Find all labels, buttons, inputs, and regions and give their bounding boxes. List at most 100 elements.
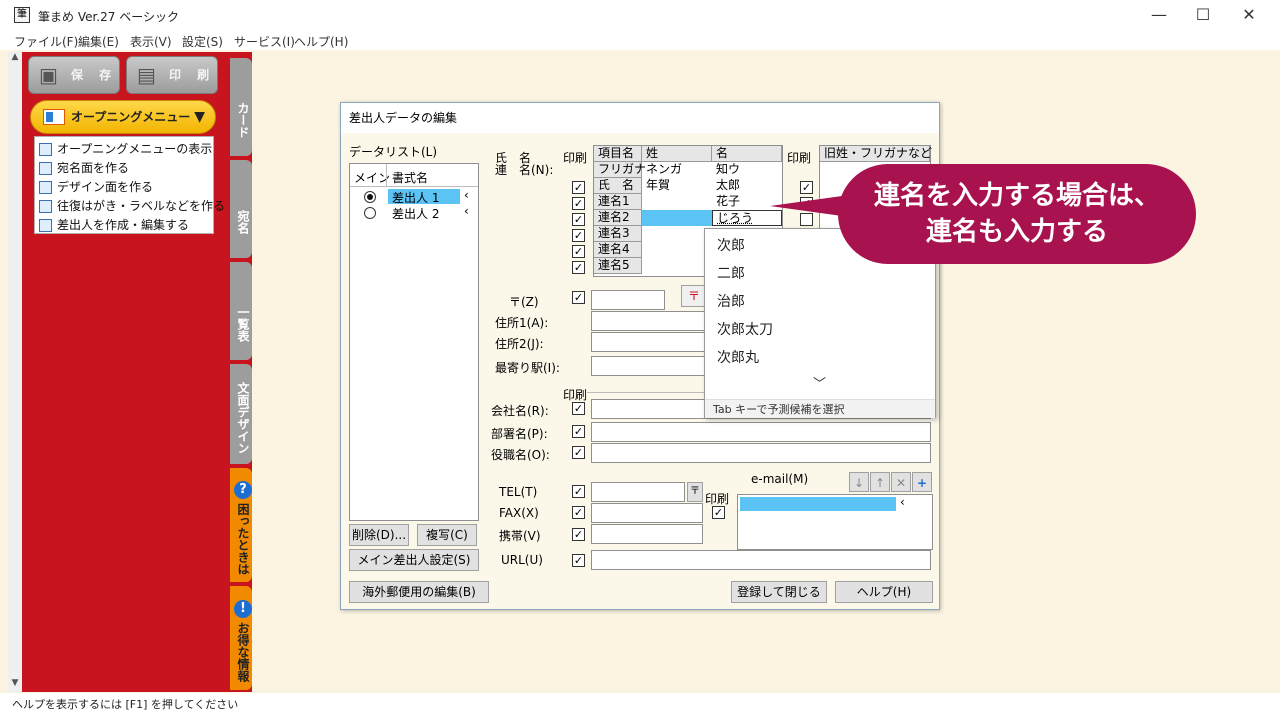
department-label: 部署名(P): [491, 427, 548, 441]
print-checkbox-fax[interactable]: ✓ [572, 506, 585, 519]
chevron-left-icon[interactable]: ‹ [464, 204, 469, 218]
delete-button[interactable]: 削除(D)... [349, 524, 409, 546]
menu-item-design-side[interactable]: デザイン面を作る [35, 178, 213, 197]
url-input[interactable] [591, 550, 931, 570]
list-item[interactable]: 差出人 1 [392, 189, 439, 206]
menu-service[interactable]: サービス(I) [234, 33, 295, 50]
print-header-left: 印刷 [563, 151, 588, 165]
maximize-button[interactable]: ☐ [1180, 4, 1226, 26]
tab-list[interactable]: 一覧表 [230, 262, 252, 360]
overseas-edit-button[interactable]: 海外郵便用の編集(B) [349, 581, 489, 603]
name-mei-cell[interactable]: 太郎 [712, 178, 782, 194]
scroll-up-icon[interactable]: ▲ [8, 52, 22, 62]
print-checkbox-postal[interactable]: ✓ [572, 291, 585, 304]
sender-card-icon [39, 219, 52, 232]
menu-help[interactable]: ヘルプ(H) [294, 33, 348, 50]
joint2-sei-cell[interactable] [642, 210, 712, 226]
suggestion-item[interactable]: 二郎 [717, 263, 745, 283]
caret-down-icon: ▼ [194, 109, 205, 125]
main-radio-2[interactable] [364, 207, 376, 219]
joint1-sei-cell[interactable] [642, 194, 712, 210]
close-button[interactable]: ✕ [1226, 4, 1272, 26]
print-checkbox-tel[interactable]: ✓ [572, 485, 585, 498]
grid-row-label: 連名2 [594, 210, 642, 226]
list-item[interactable]: 差出人 2 [392, 205, 439, 222]
menu-item-show-opening[interactable]: オープニングメニューの表示 [35, 140, 213, 159]
print-checkbox-mobile[interactable]: ✓ [572, 528, 585, 541]
print-checkbox-joint2[interactable]: ✓ [572, 213, 585, 226]
tel-input[interactable] [591, 482, 685, 502]
tab-card[interactable]: カード [230, 58, 252, 156]
job-title-input[interactable] [591, 443, 931, 463]
chevron-down-icon[interactable]: ﹀ [813, 373, 826, 392]
name-sei-cell[interactable]: 年賀 [642, 178, 712, 194]
opening-menu-icon [43, 109, 65, 125]
grid-row-label: 連名1 [594, 194, 642, 210]
chevron-left-icon[interactable]: ‹ [900, 495, 905, 509]
tab-address[interactable]: 宛名 [230, 160, 252, 258]
menu-settings[interactable]: 設定(S) [182, 33, 223, 50]
fax-input[interactable] [591, 503, 703, 523]
suggestion-item[interactable]: 次郎太刀 [717, 319, 773, 339]
menu-item-reply-postcard[interactable]: 往復はがき・ラベルなどを作る [35, 197, 225, 216]
furigana-mei-cell[interactable]: 知ウ [712, 162, 782, 178]
suggestion-item[interactable]: 次郎 [717, 235, 745, 255]
menu-item-edit-sender[interactable]: 差出人を作成・編集する [35, 216, 213, 235]
instruction-callout: 連名を入力する場合は、 連名も入力する [838, 164, 1196, 264]
department-input[interactable] [591, 422, 931, 442]
print-checkbox-joint5[interactable]: ✓ [572, 261, 585, 274]
email-delete-button[interactable]: ✕ [891, 472, 911, 492]
print-checkbox-name[interactable]: ✓ [572, 181, 585, 194]
print-checkbox-joint1[interactable]: ✓ [572, 197, 585, 210]
print-header-company: 印刷 [563, 388, 588, 402]
email-move-down-button[interactable]: ↓ [849, 472, 869, 492]
data-list[interactable]: メイン 書式名 差出人 1 ‹ 差出人 2 ‹ [349, 163, 479, 521]
opening-menu-button[interactable]: オープニングメニュー ▼ [30, 100, 216, 134]
print-checkbox-url[interactable]: ✓ [572, 554, 585, 567]
print-checkbox-company[interactable]: ✓ [572, 402, 585, 415]
print-button[interactable]: ▤ 印 刷 [126, 56, 218, 94]
vertical-scrollbar[interactable]: ▲ ▼ [8, 52, 22, 692]
email-list[interactable]: ‹ [737, 494, 933, 550]
email-selected-row[interactable] [740, 497, 896, 511]
furigana-sei-cell[interactable]: ネンガ [642, 162, 712, 178]
print-checkbox-old-name[interactable]: ✓ [800, 181, 813, 194]
address2-label: 住所2(J): [495, 337, 544, 351]
menu-item-label: 差出人を作成・編集する [57, 218, 190, 232]
print-checkbox-department[interactable]: ✓ [572, 425, 585, 438]
grid-row-label: 連名3 [594, 226, 642, 242]
save-label: 保 存 [71, 68, 118, 82]
main-sender-button[interactable]: メイン差出人設定(S) [349, 549, 479, 571]
menu-item-address-side[interactable]: 宛名面を作る [35, 159, 213, 178]
grid-header: 姓 [642, 146, 712, 162]
print-checkbox-job-title[interactable]: ✓ [572, 446, 585, 459]
mobile-input[interactable] [591, 524, 703, 544]
menu-file[interactable]: ファイル(F) [14, 33, 78, 50]
tab-design[interactable]: 文面デザイン [230, 364, 252, 464]
print-checkbox-joint4[interactable]: ✓ [572, 245, 585, 258]
suggestion-item[interactable]: 次郎丸 [717, 347, 759, 367]
minimize-button[interactable]: — [1136, 4, 1182, 26]
copy-button[interactable]: 複写(C) [417, 524, 477, 546]
print-header-fax: 印刷 [705, 492, 730, 506]
main-radio-1[interactable] [364, 191, 376, 203]
mobile-label: 携帯(V) [499, 529, 541, 543]
tab-deals[interactable]: ! お得な情報 [230, 586, 252, 690]
email-move-up-button[interactable]: ↑ [870, 472, 890, 492]
chevron-left-icon[interactable]: ‹ [464, 188, 469, 202]
phone-type-button[interactable]: 〒 [687, 482, 703, 502]
menu-view[interactable]: 表示(V) [130, 33, 172, 50]
register-close-button[interactable]: 登録して閉じる [731, 581, 827, 603]
menu-edit[interactable]: 編集(E) [78, 33, 119, 50]
help-button[interactable]: ヘルプ(H) [835, 581, 933, 603]
scroll-down-icon[interactable]: ▼ [8, 678, 22, 688]
print-checkbox-joint3[interactable]: ✓ [572, 229, 585, 242]
email-add-button[interactable]: + [912, 472, 932, 492]
menu-item-label: 宛名面を作る [57, 161, 130, 175]
dialog-title: 差出人データの編集 [341, 103, 939, 133]
print-checkbox-email[interactable]: ✓ [712, 506, 725, 519]
tab-trouble[interactable]: ? 困ったときは [230, 468, 252, 582]
save-button[interactable]: ▣ 保 存 [28, 56, 120, 94]
suggestion-item[interactable]: 治郎 [717, 291, 745, 311]
postal-input[interactable] [591, 290, 665, 310]
